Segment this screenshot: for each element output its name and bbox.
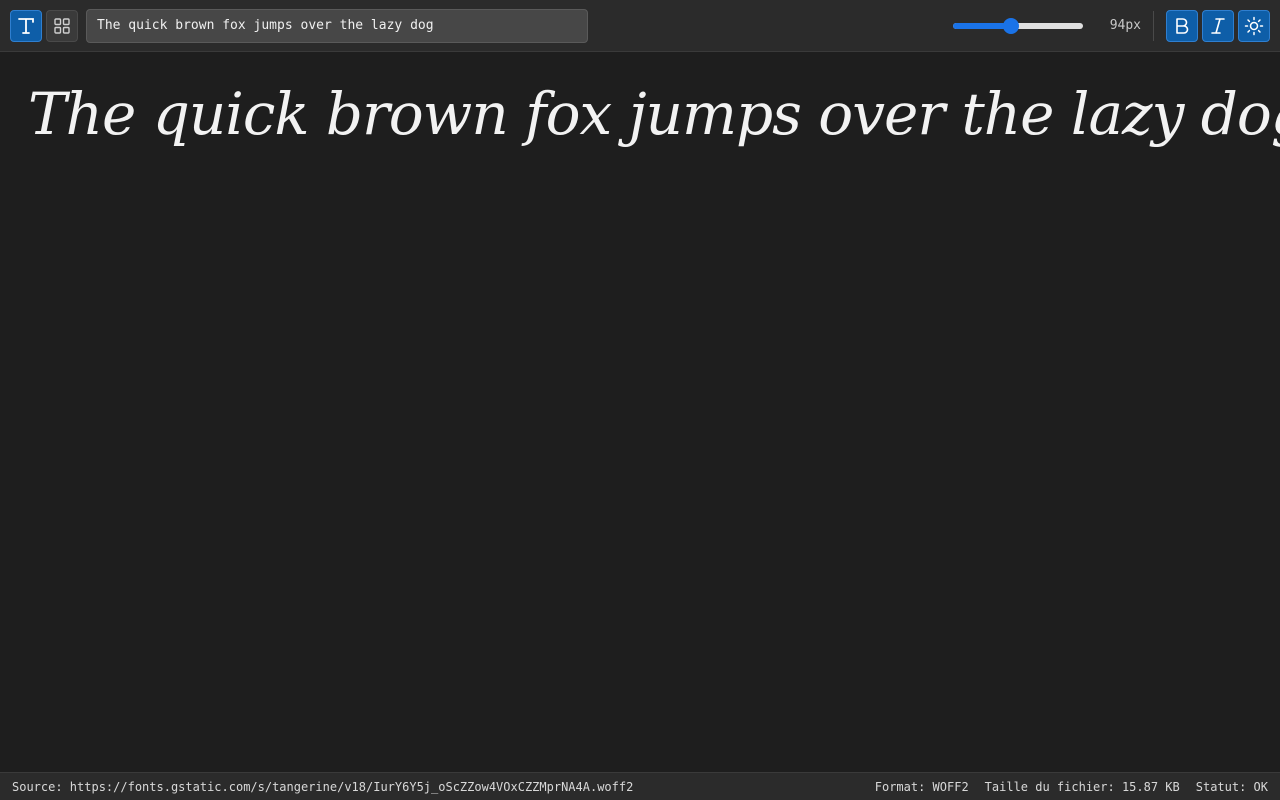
toolbar: 94px	[0, 0, 1280, 52]
status-source: Source: https://fonts.gstatic.com/s/tang…	[12, 779, 634, 794]
text-t-icon	[16, 16, 36, 36]
font-size-slider[interactable]	[953, 16, 1083, 36]
italic-button[interactable]	[1202, 9, 1234, 42]
sun-icon	[1244, 16, 1264, 36]
toolbar-divider	[1153, 10, 1154, 41]
bold-button[interactable]	[1166, 9, 1198, 42]
theme-toggle-button[interactable]	[1238, 9, 1270, 42]
font-preview-text: The quick brown fox jumps over the lazy …	[28, 80, 1280, 148]
slider-thumb[interactable]	[1003, 17, 1019, 34]
status-file-size: Taille du fichier: 15.87 KB	[984, 779, 1180, 794]
font-size-label: 94px	[1109, 18, 1141, 33]
grid-mode-button[interactable]	[46, 9, 78, 42]
sample-text-input[interactable]	[86, 8, 588, 43]
bold-b-icon	[1172, 16, 1192, 36]
preview-canvas: The quick brown fox jumps over the lazy …	[0, 52, 1280, 772]
status-bar: Source: https://fonts.gstatic.com/s/tang…	[0, 772, 1280, 800]
status-format: Format: WOFF2	[874, 779, 969, 794]
status-state: Statut: OK	[1195, 779, 1268, 794]
grid-icon	[53, 17, 71, 35]
text-mode-button[interactable]	[10, 9, 42, 42]
italic-i-icon	[1208, 16, 1228, 36]
